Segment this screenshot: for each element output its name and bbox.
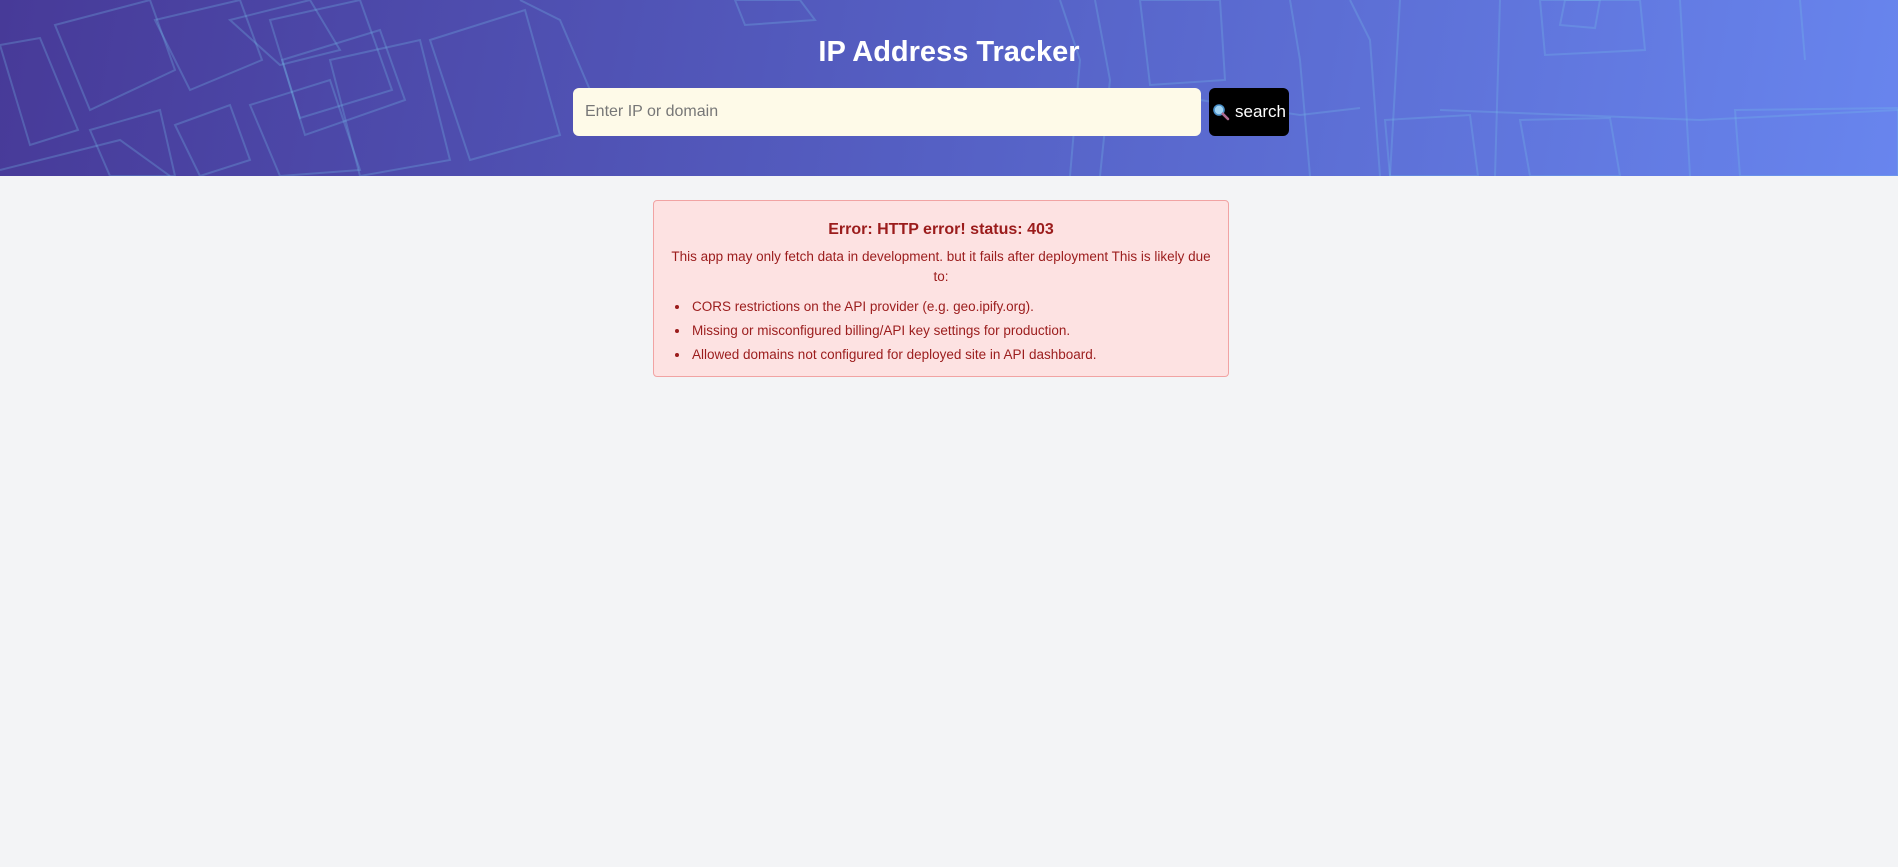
header-banner: IP Address Tracker search bbox=[0, 0, 1898, 176]
error-panel: Error: HTTP error! status: 403 This app … bbox=[653, 200, 1229, 377]
error-description: This app may only fetch data in developm… bbox=[671, 249, 1211, 284]
search-button-label: search bbox=[1234, 102, 1287, 121]
list-item: Allowed domains not configured for deplo… bbox=[690, 343, 1212, 367]
error-reasons-list: CORS restrictions on the API provider (e… bbox=[670, 295, 1212, 367]
list-item: Missing or misconfigured billing/API key… bbox=[690, 319, 1212, 343]
error-title: Error: HTTP error! status: 403 bbox=[828, 221, 1054, 238]
magnifying-glass-icon bbox=[1212, 103, 1230, 121]
list-item: CORS restrictions on the API provider (e… bbox=[690, 295, 1212, 319]
search-button[interactable]: search bbox=[1209, 88, 1289, 136]
page-title: IP Address Tracker bbox=[818, 36, 1080, 68]
search-input[interactable] bbox=[573, 88, 1201, 136]
